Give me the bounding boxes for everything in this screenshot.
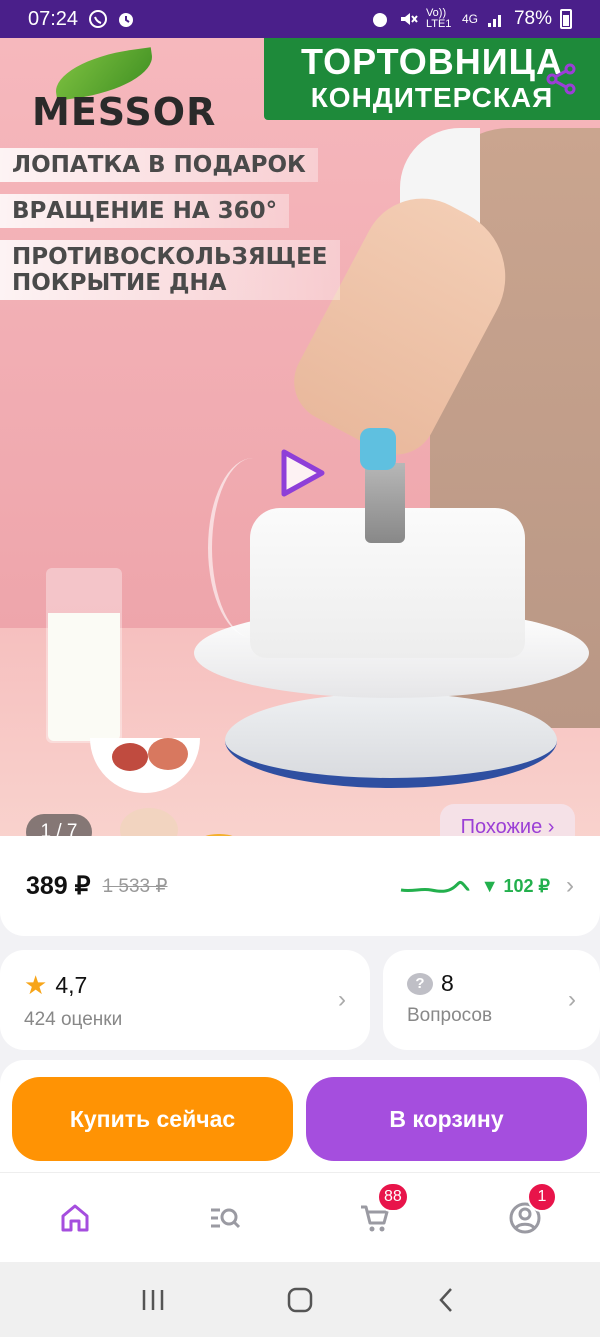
price-trend-icon xyxy=(400,880,470,893)
home-icon xyxy=(61,1204,89,1231)
profile-badge: 1 xyxy=(527,1181,557,1212)
bottom-navigation: 88 1 xyxy=(0,1172,600,1262)
alarm-icon xyxy=(372,13,387,27)
share-icon[interactable] xyxy=(544,62,578,96)
recent-apps-icon[interactable] xyxy=(138,1285,168,1315)
mute-icon xyxy=(400,13,418,25)
brand-logo: MESSOR xyxy=(14,47,234,134)
chevron-right-icon: › xyxy=(566,872,574,899)
turntable-illustration xyxy=(225,693,557,788)
rating-card[interactable]: ★ 4,7 424 оценки › xyxy=(0,950,370,1050)
star-icon: ★ xyxy=(24,970,48,1000)
nav-profile[interactable]: 1 xyxy=(495,1181,557,1248)
status-bar: 07:24 Vo)) LTE1 4G 78% xyxy=(0,0,600,38)
price-card[interactable]: 389 ₽ 1 533 ₽ ▼ 102 ₽ › xyxy=(0,836,600,936)
image-counter: 1 / 7 xyxy=(26,814,92,836)
add-to-cart-button[interactable]: В корзину xyxy=(306,1077,587,1161)
feature-list: ЛОПАТКА В ПОДАРОК ВРАЩЕНИЕ НА 360° ПРОТИ… xyxy=(0,148,340,312)
nav-catalog[interactable] xyxy=(195,1188,255,1248)
status-time: 07:24 xyxy=(28,7,79,30)
battery-label: 78% xyxy=(513,8,552,29)
feature-item: ЛОПАТКА В ПОДАРОК xyxy=(0,148,318,182)
old-price: 1 533 ₽ xyxy=(102,875,168,897)
buy-now-button[interactable]: Купить сейчас xyxy=(12,1077,293,1161)
home-button-icon[interactable] xyxy=(285,1285,315,1315)
purchase-bar: Купить сейчас В корзину xyxy=(0,1060,600,1172)
nav-cart[interactable]: 88 xyxy=(345,1181,409,1248)
alarm-icon xyxy=(119,13,134,27)
feature-item: ВРАЩЕНИЕ НА 360° xyxy=(0,194,290,228)
chevron-right-icon: › xyxy=(568,986,576,1013)
back-icon[interactable] xyxy=(432,1285,462,1315)
signal-label: 4G xyxy=(461,12,478,26)
questions-label: Вопросов xyxy=(407,1005,493,1026)
similar-button[interactable]: Похожие › xyxy=(440,804,575,836)
cart-badge: 88 xyxy=(377,1181,409,1212)
catalog-search-icon xyxy=(211,1208,241,1228)
chevron-right-icon: › xyxy=(338,986,346,1013)
nav-home[interactable] xyxy=(45,1188,105,1248)
battery-icon xyxy=(560,9,572,29)
system-navigation xyxy=(0,1262,600,1337)
question-bubble-icon: ? xyxy=(407,972,433,995)
play-video-icon[interactable] xyxy=(278,446,328,500)
rating-value: 4,7 xyxy=(55,972,88,998)
rating-count: 424 оценки xyxy=(24,1009,123,1030)
feature-item: ПРОТИВОСКОЛЬЗЯЩЕЕ ПОКРЫТИЕ ДНА xyxy=(0,240,340,300)
questions-card[interactable]: ? 8 Вопросов › xyxy=(383,950,600,1050)
viber-icon xyxy=(89,10,108,28)
current-price: 389 ₽ xyxy=(26,872,91,900)
brand-name: MESSOR xyxy=(32,90,217,134)
signal-icon xyxy=(487,15,501,27)
network-label: Vo)) LTE1 xyxy=(425,7,452,30)
product-image[interactable]: MESSOR ТОРТОВНИЦА КОНДИТЕРСКАЯ ЛОПАТКА В… xyxy=(0,38,600,836)
price-drop: ▼ 102 ₽ xyxy=(480,875,550,896)
questions-count: 8 xyxy=(441,970,454,996)
